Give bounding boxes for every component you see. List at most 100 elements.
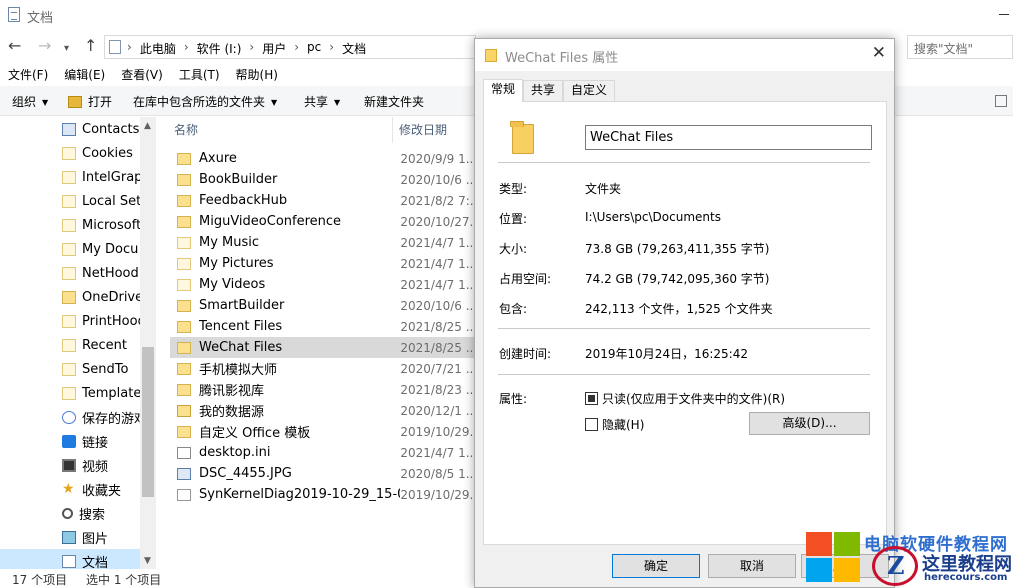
tab-sharing[interactable]: 共享 [523, 80, 564, 101]
menu-help[interactable]: 帮助(H) [236, 64, 278, 86]
new-folder-button[interactable]: 新建文件夹 [364, 93, 424, 110]
nav-item-onedrive[interactable]: OneDrive [62, 285, 143, 309]
nav-item-contacts[interactable]: Contacts [62, 117, 139, 141]
open-button[interactable]: 打开 [68, 93, 112, 110]
breadcrumb-item[interactable]: 文档 [342, 40, 366, 57]
breadcrumb-item[interactable]: 用户 [262, 40, 286, 57]
nav-item-recent[interactable]: Recent [62, 333, 127, 357]
nav-item-videos[interactable]: 视频 [62, 453, 108, 477]
column-header-name[interactable]: 名称 [174, 117, 198, 143]
nav-item-local-settings[interactable]: Local Sett [62, 189, 146, 213]
menu-view[interactable]: 查看(V) [121, 64, 163, 86]
file-row[interactable]: FeedbackHub 2021/8/2 7:... [170, 190, 476, 211]
column-header-date[interactable]: 修改日期 [399, 117, 447, 143]
minimize-icon[interactable] [999, 14, 1009, 15]
apply-button[interactable]: 应用 [801, 554, 889, 578]
cancel-button[interactable]: 取消 [708, 554, 796, 578]
nav-item-documents[interactable]: 文档 [0, 549, 140, 569]
nav-item-saved-games[interactable]: 保存的游戏 [62, 405, 147, 429]
scroll-up-icon[interactable]: ▲ [144, 121, 151, 131]
up-arrow-icon[interactable]: ↑ [84, 37, 97, 55]
nav-item-label: 保存的游戏 [82, 411, 148, 427]
size-label: 大小: [499, 242, 528, 256]
tab-general[interactable]: 常规 [483, 79, 524, 102]
file-row[interactable]: 腾讯影视库 2021/8/23 ... [170, 379, 476, 400]
breadcrumb-separator-icon[interactable]: › [294, 40, 299, 57]
file-row[interactable]: MiguVideoConference 2020/10/27... [170, 211, 476, 232]
nav-item-microsoft[interactable]: Microsoft [62, 213, 141, 237]
breadcrumb-item[interactable]: 软件 (I:) [197, 40, 242, 57]
breadcrumb-item[interactable]: pc [307, 40, 321, 57]
nav-item-sendto[interactable]: SendTo [62, 357, 128, 381]
search-input[interactable]: 搜索"文档" [907, 35, 1013, 59]
advanced-button[interactable]: 高级(D)... [749, 412, 870, 435]
nav-pane-scrollbar[interactable]: ▲ ▼ [140, 117, 156, 569]
scroll-down-icon[interactable]: ▼ [144, 556, 151, 566]
watermark-site-name: 这里教程网 [922, 554, 1012, 575]
nav-item-label: Microsoft [82, 217, 142, 233]
tab-customize[interactable]: 自定义 [563, 80, 616, 101]
item-count: 17 个项目 [12, 573, 68, 587]
organize-button[interactable]: 组织 ▼ [12, 93, 48, 110]
recent-locations-chevron-icon[interactable]: ▾ [64, 40, 69, 58]
address-bar[interactable]: › 此电脑 › 软件 (I:) › 用户 › pc › 文档 [104, 35, 476, 59]
nav-item-pictures[interactable]: 图片 [62, 525, 108, 549]
back-arrow-icon[interactable]: ← [8, 37, 21, 55]
menu-file[interactable]: 文件(F) [8, 64, 48, 86]
breadcrumb-separator-icon[interactable]: › [249, 40, 254, 57]
nav-item-nethood[interactable]: NetHood [62, 261, 139, 285]
file-row[interactable]: My Pictures 2021/4/7 1... [170, 253, 476, 274]
menu-edit[interactable]: 编辑(E) [64, 64, 105, 86]
nav-item-printhood[interactable]: PrintHood [62, 309, 146, 333]
file-row[interactable]: SmartBuilder 2020/10/6 ... [170, 295, 476, 316]
close-icon[interactable]: ✕ [872, 45, 886, 62]
share-button[interactable]: 共享 ▼ [304, 93, 340, 110]
file-row[interactable]: desktop.ini 2021/4/7 1... [170, 442, 476, 463]
nav-item-intelgrap[interactable]: IntelGrap [62, 165, 142, 189]
picture-icon [62, 530, 76, 544]
nav-item-my-documents[interactable]: My Docu [62, 237, 138, 261]
open-label: 打开 [88, 95, 113, 109]
folder-icon [62, 242, 76, 256]
nav-item-cookies[interactable]: Cookies [62, 141, 133, 165]
file-row[interactable]: SynKernelDiag2019-10-29_15-0... 2019/10/2… [170, 484, 476, 505]
file-row[interactable]: 我的数据源 2020/12/1 ... [170, 400, 476, 421]
forward-arrow-icon[interactable]: → [38, 37, 51, 55]
hidden-checkbox[interactable]: 隐藏(H) [585, 416, 644, 433]
navigation-pane: Contacts Cookies IntelGrap Local Sett Mi… [0, 117, 156, 569]
breadcrumb-separator-icon[interactable]: › [329, 40, 334, 57]
file-name: FeedbackHub [199, 193, 288, 208]
file-date: 2021/4/7 1... [400, 235, 476, 250]
file-row[interactable]: My Music 2021/4/7 1... [170, 232, 476, 253]
scrollbar-thumb[interactable] [142, 347, 154, 497]
type-label: 类型: [499, 182, 528, 196]
file-row[interactable]: 手机模拟大师 2020/7/21 ... [170, 358, 476, 379]
readonly-checkbox[interactable]: 只读(仅应用于文件夹中的文件)(R) [585, 390, 785, 407]
nav-item-templates[interactable]: Template [62, 381, 141, 405]
breadcrumb-separator-icon[interactable]: › [184, 40, 189, 57]
file-row[interactable]: DSC_4455.JPG 2020/8/5 1... [170, 463, 476, 484]
file-row[interactable]: Axure 2020/9/9 1... [170, 148, 476, 169]
file-date: 2020/10/27... [400, 214, 476, 229]
nav-item-searches[interactable]: 搜索 [62, 501, 105, 525]
file-row[interactable]: BookBuilder 2020/10/6 ... [170, 169, 476, 190]
menu-tools[interactable]: 工具(T) [179, 64, 220, 86]
column-divider[interactable] [392, 117, 393, 143]
folder-name-input[interactable] [585, 125, 872, 150]
ok-button[interactable]: 确定 [612, 554, 700, 578]
file-date: 2020/8/5 1... [400, 466, 476, 481]
layout-toggle-icon[interactable] [995, 95, 1007, 107]
file-row[interactable]: 自定义 Office 模板 2019/10/29... [170, 421, 476, 442]
window-titlebar: 文档 [0, 0, 1013, 32]
nav-item-favorites[interactable]: ★ 收藏夹 [62, 477, 121, 501]
file-row-selected[interactable]: WeChat Files 2021/8/25 ... [170, 337, 476, 358]
folder-icon [62, 338, 76, 352]
breadcrumb-item[interactable]: 此电脑 [140, 40, 176, 57]
file-date: 2019/10/29... [400, 424, 476, 439]
include-in-library-button[interactable]: 在库中包含所选的文件夹 ▼ [133, 93, 277, 110]
nav-item-links[interactable]: 链接 [62, 429, 108, 453]
file-row[interactable]: Tencent Files 2021/8/25 ... [170, 316, 476, 337]
folder-icon [177, 362, 191, 375]
contacts-icon [62, 122, 76, 136]
file-row[interactable]: My Videos 2021/4/7 1... [170, 274, 476, 295]
